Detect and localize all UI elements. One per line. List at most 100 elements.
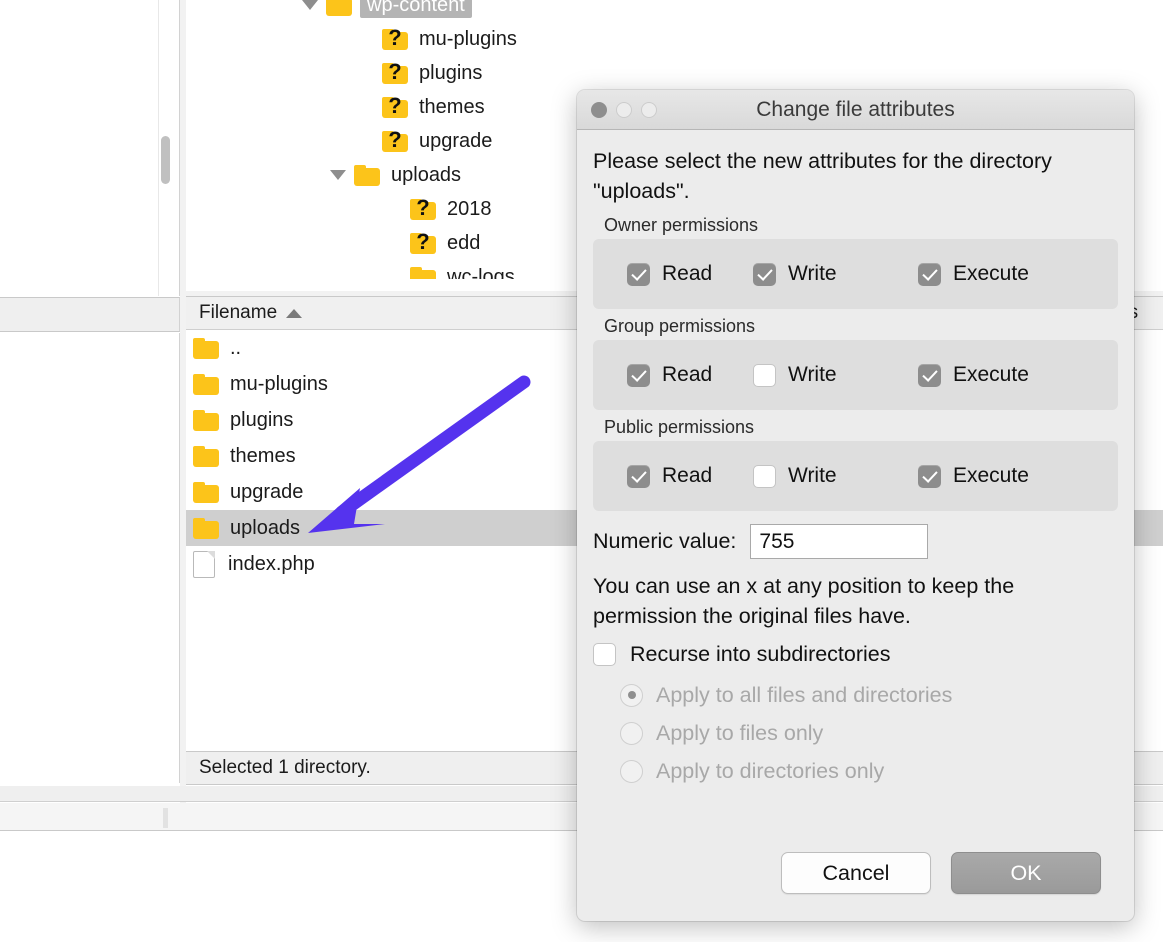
permission-checkbox-row[interactable]: Write <box>753 262 918 286</box>
ok-button[interactable]: OK <box>951 852 1101 894</box>
dialog-body: Please select the new attributes for the… <box>577 130 1134 825</box>
checkbox-execute-icon[interactable] <box>918 464 941 488</box>
file-icon <box>193 550 215 578</box>
folder-icon <box>326 0 352 16</box>
radio-button <box>620 721 643 745</box>
permission-checkbox-row[interactable]: Write <box>753 464 918 488</box>
folder-unknown-icon <box>382 127 408 153</box>
recurse-option-row: Apply to directories only <box>620 752 1118 790</box>
file-name-label: mu-plugins <box>230 372 328 395</box>
folder-unknown-icon <box>382 93 408 119</box>
recurse-option-label: Apply to all files and directories <box>656 682 953 707</box>
permission-group-label: Owner permissions <box>604 215 759 235</box>
folder-icon <box>193 445 219 467</box>
folder-icon <box>410 266 436 279</box>
permission-group-box: Read Write Execute <box>593 239 1118 309</box>
permission-checkbox-row[interactable]: Execute <box>918 464 1108 488</box>
recurse-option-row: Apply to files only <box>620 714 1118 752</box>
folder-icon <box>193 409 219 431</box>
file-name-label: themes <box>230 444 296 467</box>
scrollbar-thumb[interactable] <box>161 136 170 184</box>
permission-checkbox-label: Read <box>662 262 713 285</box>
permission-checkbox-label: Execute <box>953 363 1029 386</box>
checkbox-write-icon[interactable] <box>753 262 776 286</box>
tree-row-label: upgrade <box>419 129 493 152</box>
numeric-value-text: 755 <box>759 529 795 553</box>
folder-icon <box>354 164 380 186</box>
tree-row[interactable]: mu-plugins <box>186 22 1163 56</box>
disclosure-triangle-icon[interactable] <box>330 170 346 180</box>
local-tree-pane[interactable] <box>0 0 180 296</box>
permission-group-label: Public permissions <box>604 417 755 437</box>
tree-row[interactable]: plugins <box>186 56 1163 90</box>
folder-unknown-icon <box>410 229 436 255</box>
cancel-button[interactable]: Cancel <box>781 852 931 894</box>
file-name-label: uploads <box>230 516 301 539</box>
file-name-label: upgrade <box>230 480 304 503</box>
file-name-label: .. <box>230 336 242 359</box>
recurse-checkbox[interactable] <box>593 643 616 666</box>
dialog-title: Change file attributes <box>756 97 955 121</box>
checkbox-write-icon[interactable] <box>753 464 776 488</box>
dialog-titlebar[interactable]: Change file attributes <box>577 90 1134 130</box>
permission-checkbox-row[interactable]: Execute <box>918 262 1108 286</box>
permission-checkbox-row[interactable]: Read <box>593 363 753 387</box>
recurse-checkbox-row[interactable]: Recurse into subdirectories <box>593 642 1118 667</box>
permission-checkbox-label: Write <box>788 464 837 487</box>
permission-checkbox-row[interactable]: Read <box>593 464 753 488</box>
zoom-button[interactable] <box>641 102 657 118</box>
permission-groups: Owner permissions Read Write Execute Group p… <box>593 215 1118 511</box>
dialog-footer: Cancel OK <box>577 825 1134 921</box>
checkbox-execute-icon[interactable] <box>918 363 941 387</box>
checkbox-write-icon[interactable] <box>753 363 776 387</box>
folder-unknown-icon <box>382 25 408 51</box>
dialog-prompt: Please select the new attributes for the… <box>593 149 1052 203</box>
permission-group-box: Read Write Execute <box>593 340 1118 410</box>
file-name-label: plugins <box>230 408 294 431</box>
local-status-bar <box>0 297 180 332</box>
minimize-button[interactable] <box>616 102 632 118</box>
checkbox-read-icon[interactable] <box>627 262 650 286</box>
recurse-options: Apply to all files and directories Apply … <box>593 676 1118 790</box>
recurse-label: Recurse into subdirectories <box>630 642 891 666</box>
tree-row-label: plugins <box>419 61 483 84</box>
local-tree-scrollbar[interactable] <box>158 0 171 296</box>
local-file-list-pane[interactable] <box>0 333 180 783</box>
disclosure-triangle-icon[interactable] <box>302 0 318 10</box>
tree-row-label: themes <box>419 95 485 118</box>
numeric-value-input[interactable]: 755 <box>750 524 929 559</box>
permission-group: Public permissions Read Write Execute <box>593 417 1118 511</box>
queue-column-handle[interactable] <box>163 808 168 828</box>
folder-unknown-icon <box>382 59 408 85</box>
checkbox-execute-icon[interactable] <box>918 262 941 286</box>
radio-button <box>620 683 643 707</box>
tree-row-label: 2018 <box>447 197 492 220</box>
sort-ascending-icon <box>286 308 303 318</box>
checkbox-read-icon[interactable] <box>627 363 650 387</box>
file-name-label: index.php <box>228 552 315 575</box>
permission-group: Group permissions Read Write Execute <box>593 316 1118 410</box>
numeric-value-label: Numeric value: <box>593 529 737 553</box>
tree-row-label: mu-plugins <box>419 27 517 50</box>
checkbox-read-icon[interactable] <box>627 464 650 488</box>
tree-row-label: wp-content <box>360 0 472 18</box>
recurse-option-row: Apply to all files and directories <box>620 676 1118 714</box>
radio-button <box>620 759 643 783</box>
permission-checkbox-row[interactable]: Read <box>593 262 753 286</box>
permission-checkbox-label: Execute <box>953 262 1029 285</box>
tree-row-label: edd <box>447 231 481 254</box>
folder-icon <box>193 373 219 395</box>
tree-row-label: wc-logs <box>447 265 515 280</box>
folder-icon <box>193 517 219 539</box>
permission-checkbox-row[interactable]: Execute <box>918 363 1108 387</box>
permission-checkbox-label: Read <box>662 464 713 487</box>
permission-checkbox-row[interactable]: Write <box>753 363 918 387</box>
close-button[interactable] <box>591 102 607 118</box>
folder-unknown-icon <box>410 195 436 221</box>
permission-group-box: Read Write Execute <box>593 441 1118 511</box>
tree-row[interactable]: wp-content <box>186 0 1163 22</box>
permission-checkbox-label: Write <box>788 363 837 386</box>
permission-checkbox-label: Write <box>788 262 837 285</box>
folder-icon <box>193 337 219 359</box>
column-header-filename-label: Filename <box>199 302 278 323</box>
